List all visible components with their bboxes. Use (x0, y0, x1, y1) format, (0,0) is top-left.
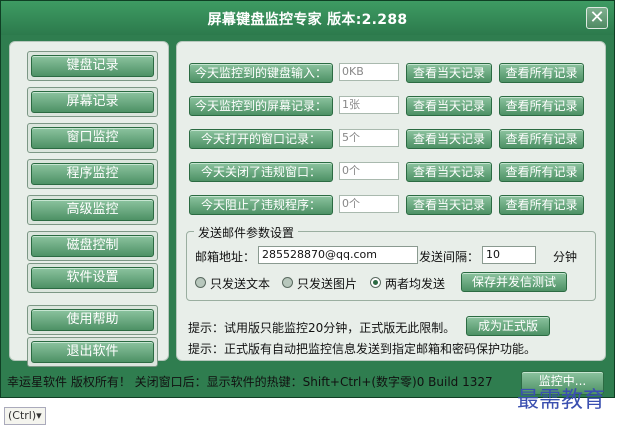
sidebar-item-advanced-monitor[interactable]: 高级监控 (31, 199, 154, 221)
radio-both-label: 两者均发送 (385, 277, 446, 291)
sidebar-item-settings[interactable]: 软件设置 (31, 267, 154, 289)
sidebar-item-window-monitor[interactable]: 窗口监控 (31, 127, 154, 149)
view-today-keyboard-button[interactable]: 查看当天记录 (406, 63, 492, 83)
view-today-screen-button[interactable]: 查看当天记录 (406, 96, 492, 116)
window-title: 屏幕键盘监控专家 版本:2.288 (207, 12, 408, 28)
sidebar-item-exit[interactable]: 退出软件 (31, 341, 154, 363)
window-opened-label: 今天打开的窗口记录： (189, 129, 333, 149)
view-today-window-button[interactable]: 查看当天记录 (406, 129, 492, 149)
interval-unit: 分钟 (553, 250, 578, 264)
close-icon: ✕ (589, 7, 605, 28)
mail-settings-title: 发送邮件参数设置 (194, 224, 299, 241)
sidebar-item-keyboard-log[interactable]: 键盘记录 (31, 55, 154, 77)
send-interval-input[interactable]: 10 (482, 246, 536, 264)
save-and-test-button[interactable]: 保存并发信测试 (461, 272, 567, 292)
title-bar[interactable]: 屏幕键盘监控专家 版本:2.288 ✕ (1, 1, 614, 35)
watermark-text: 最需教育 (517, 388, 606, 413)
view-all-screen-button[interactable]: 查看所有记录 (499, 96, 584, 116)
sidebar-item-disk-control[interactable]: 磁盘控制 (31, 235, 154, 257)
sidebar-item-program-monitor[interactable]: 程序监控 (31, 163, 154, 185)
radio-image-only[interactable] (282, 277, 293, 288)
window-opened-value: 5个 (339, 129, 399, 147)
screen-record-label: 今天监控到的屏幕记录： (189, 96, 333, 116)
view-all-keyboard-button[interactable]: 查看所有记录 (499, 63, 584, 83)
radio-both[interactable] (370, 277, 381, 288)
view-all-window-button[interactable]: 查看所有记录 (499, 129, 584, 149)
mail-address-input[interactable]: 285528870@qq.com (258, 246, 418, 264)
radio-text-only[interactable] (195, 277, 206, 288)
violation-window-value: 0个 (339, 162, 399, 180)
keyboard-input-label: 今天监控到的键盘输入： (189, 63, 333, 83)
violation-window-label: 今天关闭了违规窗口： (189, 162, 333, 182)
view-all-violation-window-button[interactable]: 查看所有记录 (499, 162, 584, 182)
blocked-program-label: 今天阻止了违规程序： (189, 195, 333, 215)
pro-hint: 提示：正式版有自动把监控信息发送到指定邮箱和密码保护功能。 (188, 342, 537, 356)
view-today-blocked-button[interactable]: 查看当天记录 (406, 195, 492, 215)
radio-image-only-label: 只发送图片 (297, 277, 358, 291)
sidebar-item-screen-log[interactable]: 屏幕记录 (31, 91, 154, 113)
ctrl-paste-tag[interactable]: (Ctrl)▾ (4, 407, 46, 425)
trial-hint: 提示：试用版只能监控20分钟，正式版无此限制。 (188, 321, 456, 335)
blocked-program-value: 0个 (339, 195, 399, 213)
screen-record-value: 1张 (339, 96, 399, 114)
mail-address-label: 邮箱地址： (195, 250, 256, 264)
view-today-violation-window-button[interactable]: 查看当天记录 (406, 162, 492, 182)
close-button[interactable]: ✕ (586, 7, 608, 29)
upgrade-button[interactable]: 成为正式版 (466, 316, 550, 336)
send-interval-label: 发送间隔： (419, 250, 480, 264)
status-text: 幸运星软件 版权所有！ 关闭窗口后：显示软件的热键：Shift+Ctrl+(数字… (7, 375, 493, 389)
radio-text-only-label: 只发送文本 (210, 277, 271, 291)
sidebar-item-help[interactable]: 使用帮助 (31, 309, 154, 331)
keyboard-input-value: 0KB (339, 63, 399, 81)
main-window: 屏幕键盘监控专家 版本:2.288 ✕ 键盘记录 屏幕记录 窗口监控 程序监控 … (0, 0, 615, 398)
view-all-blocked-button[interactable]: 查看所有记录 (499, 195, 584, 215)
